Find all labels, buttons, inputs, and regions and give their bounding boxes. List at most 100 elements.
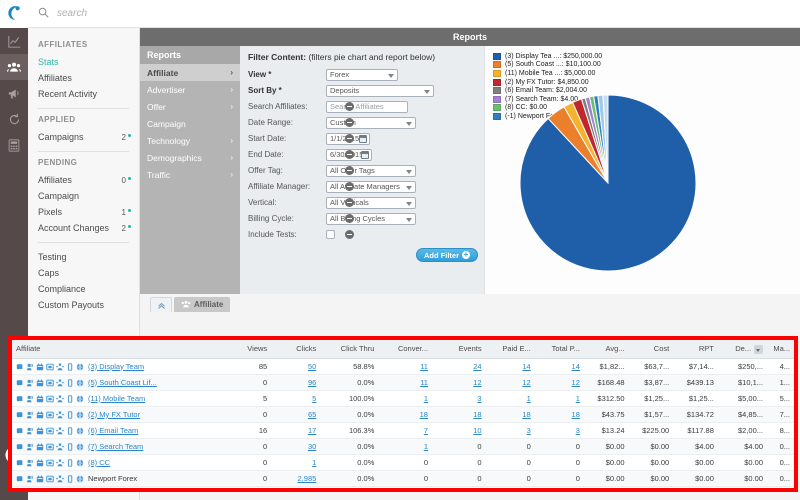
calendar-icon[interactable] [36,363,44,371]
person-add-icon[interactable] [26,379,34,387]
search-affiliates-input[interactable]: Search Affiliates [326,100,408,113]
mobile-icon[interactable] [66,474,74,483]
cell-link[interactable]: 14 [522,362,530,371]
cell-link[interactable]: 3 [527,426,531,435]
cell-link[interactable]: 11 [420,378,428,387]
sidebar-item-affiliates[interactable]: Affiliates 0 [38,172,139,188]
tab-affiliate[interactable]: Affiliate [174,297,231,312]
mobile-icon[interactable] [66,458,74,467]
affiliate-name[interactable]: (6) Email Team [88,426,138,435]
note-icon[interactable] [16,363,24,371]
sidebar-item-affiliates[interactable]: Affiliates [38,70,139,86]
sitemap-icon[interactable] [56,426,64,435]
vertical-select[interactable]: All Verticals [326,196,416,209]
cell-link[interactable]: 11 [420,362,428,371]
submenu-item-campaign[interactable]: Campaign [140,115,240,132]
megaphone-icon[interactable] [0,80,28,106]
globe-icon[interactable] [76,443,84,451]
affiliate-name[interactable]: (5) South Coast Lif... [88,378,157,387]
sort-by-select[interactable]: Deposits [326,84,434,97]
sidebar-item-custom-payouts[interactable]: Custom Payouts [38,297,139,313]
sidebar-item-caps[interactable]: Caps [38,265,139,281]
person-add-icon[interactable] [26,427,34,435]
remove-filter-button[interactable] [345,118,354,127]
person-add-icon[interactable] [26,475,34,483]
refresh-icon[interactable] [0,106,28,132]
column-header-avg[interactable]: Avg... [583,340,629,359]
calendar-icon[interactable] [36,411,44,419]
submenu-item-offer[interactable]: Offer › [140,98,240,115]
cell-link[interactable]: 18 [420,410,428,419]
column-header-rpt[interactable]: RPT [673,340,718,359]
table-row[interactable]: (3) Display Team 85 50 58.8% 11 24 14 14 $1,82..… [12,358,794,375]
cell-link[interactable]: 3 [477,394,481,403]
calculator-icon[interactable] [0,132,28,158]
sidebar-item-recent-activity[interactable]: Recent Activity [38,86,139,102]
sitemap-icon[interactable] [56,442,64,451]
sitemap-icon[interactable] [56,394,64,403]
cell-link[interactable]: 18 [572,410,580,419]
include-tests-checkbox[interactable] [326,230,335,239]
globe-icon[interactable] [76,363,84,371]
cell-link[interactable]: 1 [424,394,428,403]
person-add-icon[interactable] [26,411,34,419]
sitemap-icon[interactable] [56,378,64,387]
view-select[interactable]: Forex [326,68,398,81]
window-icon[interactable] [46,363,54,371]
calendar-icon[interactable] [36,395,44,403]
window-icon[interactable] [46,427,54,435]
cell-link[interactable]: 12 [572,378,580,387]
affiliate-name[interactable]: (11) Mobile Team [88,394,145,403]
mobile-icon[interactable] [66,378,74,387]
add-filter-button[interactable]: Add Filter + [416,248,478,262]
note-icon[interactable] [16,459,24,467]
collapse-icon[interactable] [150,297,172,312]
sitemap-icon[interactable] [56,362,64,371]
table-row[interactable]: (7) Search Team 0 30 0.0% 1 0 0 0 $0.00 $0.00 $4.0… [12,438,794,455]
note-icon[interactable] [16,379,24,387]
person-add-icon[interactable] [26,363,34,371]
globe-icon[interactable] [76,395,84,403]
note-icon[interactable] [16,443,24,451]
submenu-item-traffic[interactable]: Traffic › [140,166,240,183]
sitemap-icon[interactable] [56,458,64,467]
table-row[interactable]: (11) Mobile Team 5 5 100.0% 1 3 1 1 $312.50 $1,25… [12,390,794,407]
table-row[interactable]: (6) Email Team 16 17 106.3% 7 10 3 3 $13.24 $225.… [12,422,794,439]
cell-link[interactable]: 17 [308,426,316,435]
remove-filter-button[interactable] [345,134,354,143]
calendar-icon[interactable] [361,151,369,159]
column-header-views[interactable]: Views [222,340,272,359]
search-input[interactable] [57,8,357,19]
mobile-icon[interactable] [66,426,74,435]
column-header-paid-e[interactable]: Paid E... [485,340,535,359]
table-row[interactable]: (8) CC 0 1 0.0% 0 0 0 0 $0.00 $0.00 $0.00 $0.00 0... [12,454,794,471]
globe-icon[interactable] [76,427,84,435]
affiliate-name[interactable]: (7) Search Team [88,442,143,451]
cell-link[interactable]: 96 [308,378,316,387]
globe-icon[interactable] [76,379,84,387]
remove-filter-button[interactable] [345,198,354,207]
column-header-clicks[interactable]: Clicks [271,340,321,359]
sidebar-item-campaign[interactable]: Campaign [38,188,139,204]
column-header-click-thru[interactable]: Click Thru [320,340,379,359]
calendar-icon[interactable] [36,379,44,387]
person-add-icon[interactable] [26,443,34,451]
cell-link[interactable]: 14 [572,362,580,371]
column-header-cost[interactable]: Cost [628,340,674,359]
cell-link[interactable]: 18 [473,410,481,419]
column-header-conver[interactable]: Conver... [378,340,432,359]
submenu-item-demographics[interactable]: Demographics › [140,149,240,166]
billing-cycle-select[interactable]: All Billing Cycles [326,212,416,225]
remove-filter-button[interactable] [345,102,354,111]
column-header-total-p[interactable]: Total P... [534,340,584,359]
window-icon[interactable] [46,459,54,467]
cell-link[interactable]: 12 [522,378,530,387]
calendar-icon[interactable] [36,443,44,451]
calendar-icon[interactable] [36,427,44,435]
note-icon[interactable] [16,475,24,483]
table-row[interactable]: (2) My FX Tutor 0 65 0.0% 18 18 18 18 $43.75 $1,5… [12,406,794,423]
globe-icon[interactable] [76,459,84,467]
cell-link[interactable]: 24 [473,362,481,371]
mobile-icon[interactable] [66,442,74,451]
affiliate-name[interactable]: (3) Display Team [88,362,144,371]
